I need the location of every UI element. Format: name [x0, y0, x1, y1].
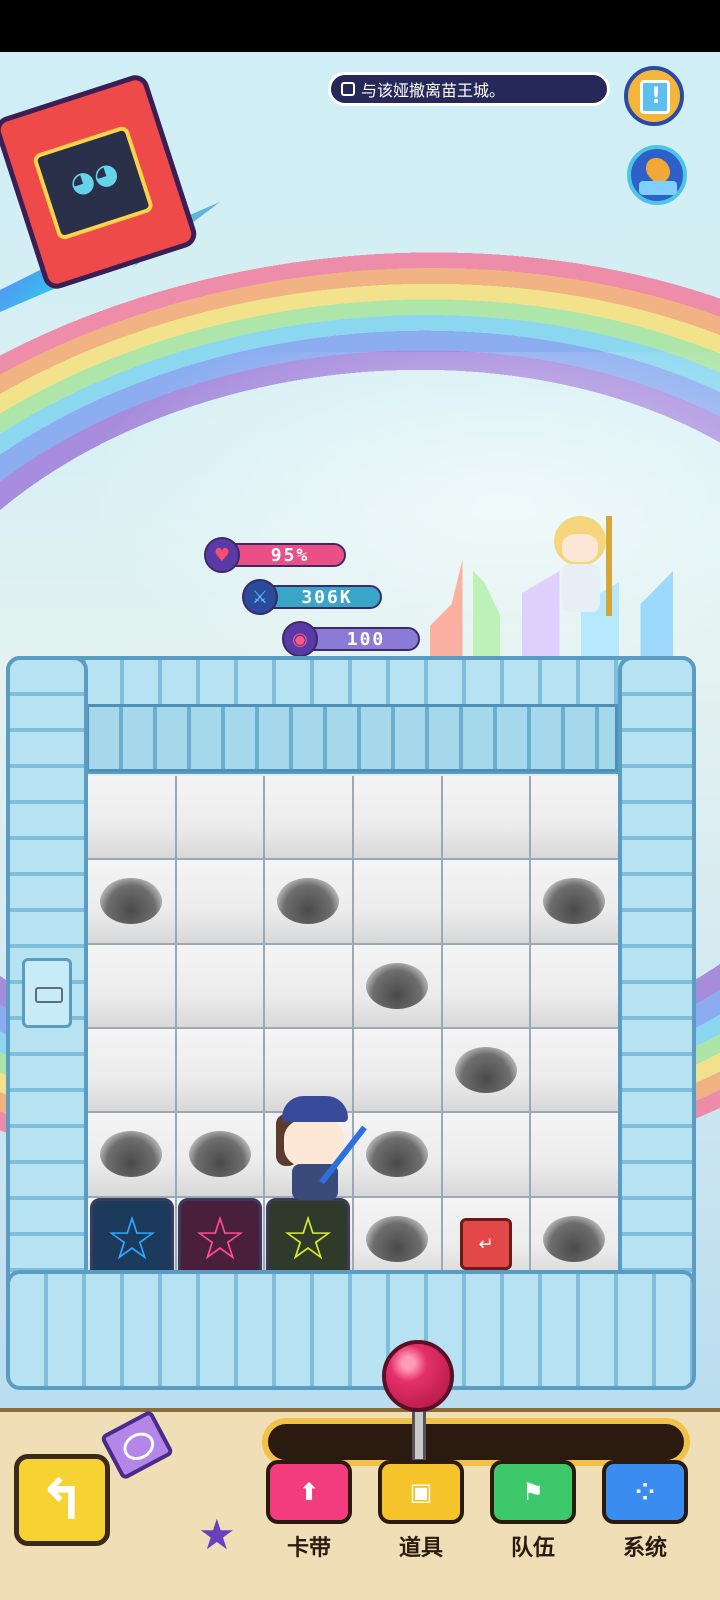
board-hole-tile[interactable] — [531, 860, 618, 943]
star-card-pink[interactable]: ☆ — [178, 1198, 262, 1280]
quest-text: 与该娅撤离苗王城。 — [361, 81, 506, 100]
star-icon: ☆ — [281, 1204, 335, 1274]
board-tile[interactable] — [88, 944, 175, 1027]
tv-screen: ◕◕ — [31, 124, 155, 242]
cassette-button[interactable]: ⬆ — [266, 1460, 352, 1524]
castle-wall-right — [618, 656, 696, 1316]
board-tile[interactable] — [176, 944, 264, 1027]
board-hole-tile[interactable] — [353, 944, 441, 1027]
joystick[interactable] — [382, 1340, 456, 1480]
board-tile[interactable] — [176, 860, 264, 943]
board-hole-tile[interactable] — [88, 1113, 175, 1196]
sword-icon: ⚔ — [242, 579, 278, 615]
hp-stat: ♥ 95% — [204, 537, 346, 573]
team-label: 队伍 — [510, 1536, 555, 1561]
boot-item-icon[interactable]: ↵ — [460, 1218, 512, 1270]
board-hole-tile[interactable] — [353, 1113, 441, 1196]
board-tile[interactable] — [88, 1029, 175, 1112]
up-arrow-icon: ⬆ — [298, 1478, 320, 1506]
board-tile[interactable] — [353, 1029, 441, 1112]
board-hole-tile[interactable] — [531, 1197, 618, 1280]
orb-icon: ◉ — [282, 621, 318, 657]
star-card-blue[interactable]: ☆ — [90, 1198, 174, 1280]
back-button[interactable]: ↰ — [14, 1454, 110, 1546]
grid-dots-icon: ⁘ — [634, 1478, 656, 1506]
hero-hat — [282, 1096, 348, 1122]
npc-character[interactable] — [546, 516, 616, 616]
star-card-yellow[interactable]: ☆ — [266, 1198, 350, 1280]
joystick-stick — [412, 1406, 426, 1462]
chest-icon[interactable] — [22, 958, 72, 1028]
attack-stat: ⚔ 306K — [242, 579, 382, 615]
npc-face — [562, 534, 598, 562]
star-icon: ☆ — [105, 1204, 159, 1274]
quest-banner[interactable]: 与该娅撤离苗王城。 — [328, 72, 610, 106]
joystick-ball[interactable] — [382, 1340, 454, 1412]
board-tile[interactable] — [531, 776, 618, 859]
board-tile[interactable] — [531, 944, 618, 1027]
status-bar — [0, 0, 720, 52]
team-button[interactable]: ⚑ — [490, 1460, 576, 1524]
map-icon — [639, 181, 677, 195]
board-hole-tile[interactable] — [265, 860, 352, 943]
board-hole-tile[interactable] — [353, 1197, 441, 1280]
board-tile[interactable] — [531, 1113, 618, 1196]
board-hole-tile[interactable] — [176, 1113, 264, 1196]
face-icon: ◕◕ — [65, 154, 123, 202]
bag-icon: ▣ — [409, 1478, 433, 1506]
board-tile[interactable] — [265, 776, 352, 859]
board-tile[interactable] — [442, 776, 530, 859]
back-arrow-icon: ↰ — [38, 1467, 86, 1533]
energy-stat: ◉ 100 — [282, 621, 420, 657]
alert-button[interactable]: ! — [624, 66, 684, 126]
board-tile[interactable] — [265, 944, 352, 1027]
castle-wall-bottom — [6, 1270, 696, 1390]
map-button[interactable] — [627, 145, 687, 205]
exclamation-icon: ! — [640, 80, 670, 114]
checkbox-icon — [341, 82, 355, 96]
staff-icon — [606, 516, 612, 616]
board-tile[interactable] — [176, 776, 264, 859]
items-label: 道具 — [398, 1536, 443, 1561]
board-tile[interactable] — [176, 1029, 264, 1112]
system-label: 系统 — [622, 1536, 667, 1561]
board-tile[interactable] — [531, 1029, 618, 1112]
star-icon: ★ — [198, 1510, 236, 1559]
board-hole-tile[interactable] — [442, 1029, 530, 1112]
board-tile[interactable] — [88, 776, 175, 859]
flag-icon: ⚑ — [522, 1478, 544, 1506]
board-tile[interactable] — [442, 944, 530, 1027]
board-tile[interactable] — [353, 776, 441, 859]
items-button[interactable]: ▣ — [378, 1460, 464, 1524]
npc-body — [562, 564, 600, 612]
tv-mascot-icon: ◕◕ — [0, 71, 200, 293]
joystick-slot — [262, 1418, 690, 1466]
board-tile[interactable] — [442, 860, 530, 943]
game-screen: ◕◕ 与该娅撤离苗王城。 ! ♥ 95% ⚔ 306K ◉ 100 ☆ ☆ ☆ — [0, 0, 720, 1600]
board-tile[interactable] — [442, 1113, 530, 1196]
cassette-label: 卡带 — [286, 1536, 331, 1561]
system-button[interactable]: ⁘ — [602, 1460, 688, 1524]
board-hole-tile[interactable] — [88, 860, 175, 943]
castle-wall-inner — [86, 704, 618, 772]
board-tile[interactable] — [353, 860, 441, 943]
player-character — [270, 1096, 367, 1200]
heart-icon: ♥ — [204, 537, 240, 573]
star-icon: ☆ — [193, 1204, 247, 1274]
